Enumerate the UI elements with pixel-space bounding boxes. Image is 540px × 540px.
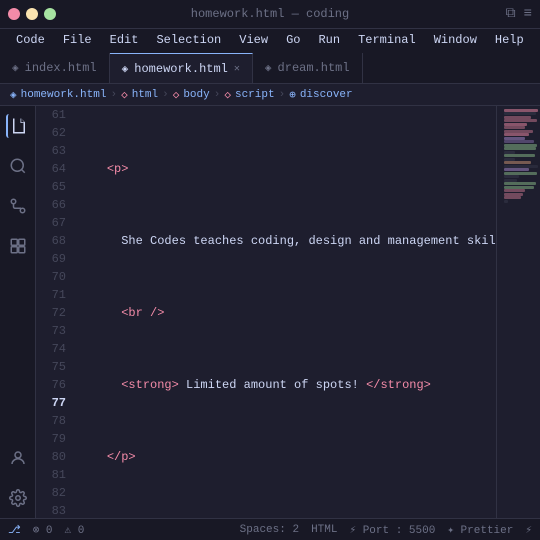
explorer-icon[interactable] (6, 114, 30, 138)
html-file-icon: ◈ (122, 62, 129, 76)
breadcrumb-icon: ◈ (10, 88, 17, 102)
html-file-icon: ◈ (12, 61, 19, 75)
menu-run[interactable]: Run (310, 31, 348, 49)
error-count[interactable]: ⊗ 0 (33, 523, 53, 537)
spaces-indicator[interactable]: Spaces: 2 (240, 524, 299, 536)
code-editor[interactable]: <p> She Codes teaches coding, design and… (74, 106, 496, 518)
prettier-indicator[interactable]: ✦ Prettier (447, 523, 513, 537)
breadcrumb-sep: › (110, 89, 117, 101)
status-left: ⎇ ⊗ 0 ⚠ 0 (8, 523, 84, 537)
tab-dream-html[interactable]: ◈ dream.html (253, 53, 363, 83)
language-mode[interactable]: HTML (311, 524, 337, 536)
tab-bar: ◈ index.html ◈ homework.html ✕ ◈ dream.h… (0, 50, 540, 84)
menu-bar: Code File Edit Selection View Go Run Ter… (0, 28, 540, 50)
code-line-61: <p> (78, 160, 496, 178)
close-tab-icon[interactable]: ✕ (234, 63, 240, 75)
title-bar: homework.html — coding ⧉ ≡ (0, 0, 540, 28)
tab-label: dream.html (278, 61, 350, 75)
minimize-button[interactable] (26, 8, 38, 20)
tab-label: homework.html (134, 62, 228, 76)
tab-homework-html[interactable]: ◈ homework.html ✕ (110, 53, 253, 83)
status-bar: ⎇ ⊗ 0 ⚠ 0 Spaces: 2 HTML ⚡ Port : 5500 ✦… (0, 518, 540, 540)
bc-fn-icon: ⊕ (289, 88, 296, 102)
warning-count[interactable]: ⚠ 0 (65, 523, 85, 537)
breadcrumb-item[interactable]: discover (300, 89, 353, 101)
breadcrumb-sep: › (214, 89, 221, 101)
settings-icon[interactable] (6, 486, 30, 510)
breadcrumb-sep: › (279, 89, 286, 101)
split-editor-icon[interactable]: ⧉ (506, 6, 516, 22)
menu-edit[interactable]: Edit (102, 31, 147, 49)
bc-script-icon: ◇ (224, 88, 231, 102)
main-area: 61 62 63 64 65 66 67 68 69 70 71 72 73 7… (0, 106, 540, 518)
window-controls (8, 8, 56, 20)
tab-label: index.html (25, 61, 97, 75)
extensions-icon[interactable] (6, 234, 30, 258)
menu-file[interactable]: File (55, 31, 100, 49)
git-icon[interactable] (6, 194, 30, 218)
port-indicator[interactable]: ⚡ Port : 5500 (349, 523, 435, 537)
menu-go[interactable]: Go (278, 31, 308, 49)
breadcrumb-sep: › (162, 89, 169, 101)
bc-body-icon: ◇ (173, 88, 180, 102)
breadcrumb: ◈ homework.html › ◇ html › ◇ body › ◇ sc… (0, 84, 540, 106)
menu-view[interactable]: View (231, 31, 276, 49)
menu-help[interactable]: Help (487, 31, 532, 49)
activity-bar (0, 106, 36, 518)
search-icon[interactable] (6, 154, 30, 178)
close-button[interactable] (8, 8, 20, 20)
git-branch-icon[interactable]: ⎇ (8, 523, 21, 537)
menu-terminal[interactable]: Terminal (350, 31, 424, 49)
breadcrumb-item[interactable]: body (183, 89, 209, 101)
title-bar-icons: ⧉ ≡ (506, 6, 532, 22)
code-line-65: </p> (78, 448, 496, 466)
minimap (496, 106, 540, 518)
code-line-64: <strong> Limited amount of spots! </stro… (78, 376, 496, 394)
line-numbers: 61 62 63 64 65 66 67 68 69 70 71 72 73 7… (36, 106, 74, 518)
breadcrumb-item[interactable]: homework.html (21, 89, 107, 101)
maximize-button[interactable] (44, 8, 56, 20)
status-right: Spaces: 2 HTML ⚡ Port : 5500 ✦ Prettier … (240, 523, 532, 537)
menu-window[interactable]: Window (426, 31, 485, 49)
tab-index-html[interactable]: ◈ index.html (0, 53, 110, 83)
breadcrumb-item[interactable]: html (132, 89, 158, 101)
editor-area[interactable]: 61 62 63 64 65 66 67 68 69 70 71 72 73 7… (36, 106, 496, 518)
breadcrumb-item[interactable]: script (235, 89, 275, 101)
menu-code[interactable]: Code (8, 31, 53, 49)
account-icon[interactable] (6, 446, 30, 470)
html-file-icon: ◈ (265, 61, 272, 75)
menu-selection[interactable]: Selection (148, 31, 229, 49)
broadcast-icon[interactable]: ⚡ (525, 523, 532, 537)
window-title: homework.html — coding (191, 7, 349, 21)
more-icon[interactable]: ≡ (524, 6, 532, 22)
code-line-63: <br /> (78, 304, 496, 322)
bc-html-icon: ◇ (121, 88, 128, 102)
code-line-62: She Codes teaches coding, design and man… (78, 232, 496, 250)
